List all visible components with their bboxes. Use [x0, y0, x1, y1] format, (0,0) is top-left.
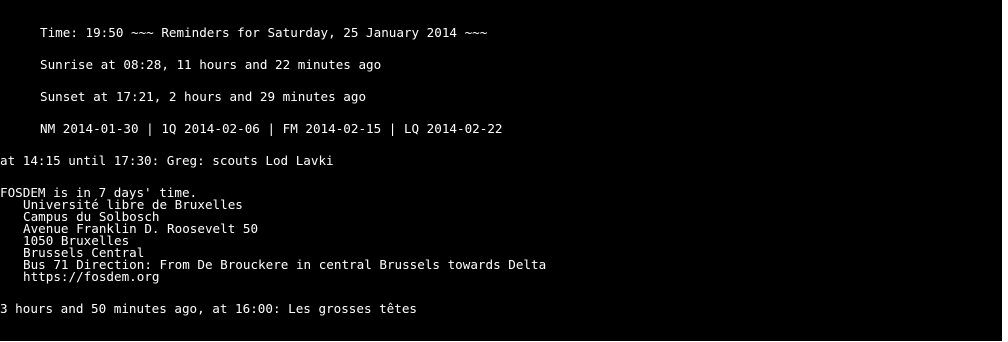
terminal-window: Time: 19:50 ~~~ Reminders for Saturday, …	[0, 0, 1002, 341]
sunset-line: Sunset at 17:21, 2 hours and 29 minutes …	[40, 89, 367, 104]
sunrise-line: Sunrise at 08:28, 11 hours and 22 minute…	[40, 57, 382, 72]
fosdem-detail-url: https://fosdem.org	[23, 269, 160, 284]
scouts-reminder: at 14:15 until 17:30: Greg: scouts Lod L…	[0, 153, 334, 168]
moon-phases-line: NM 2014-01-30 | 1Q 2014-02-06 | FM 2014-…	[40, 121, 503, 136]
grosses-tetes-reminder: 3 hours and 50 minutes ago, at 16:00: Le…	[0, 301, 418, 316]
time-reminders-header: Time: 19:50 ~~~ Reminders for Saturday, …	[40, 25, 488, 40]
